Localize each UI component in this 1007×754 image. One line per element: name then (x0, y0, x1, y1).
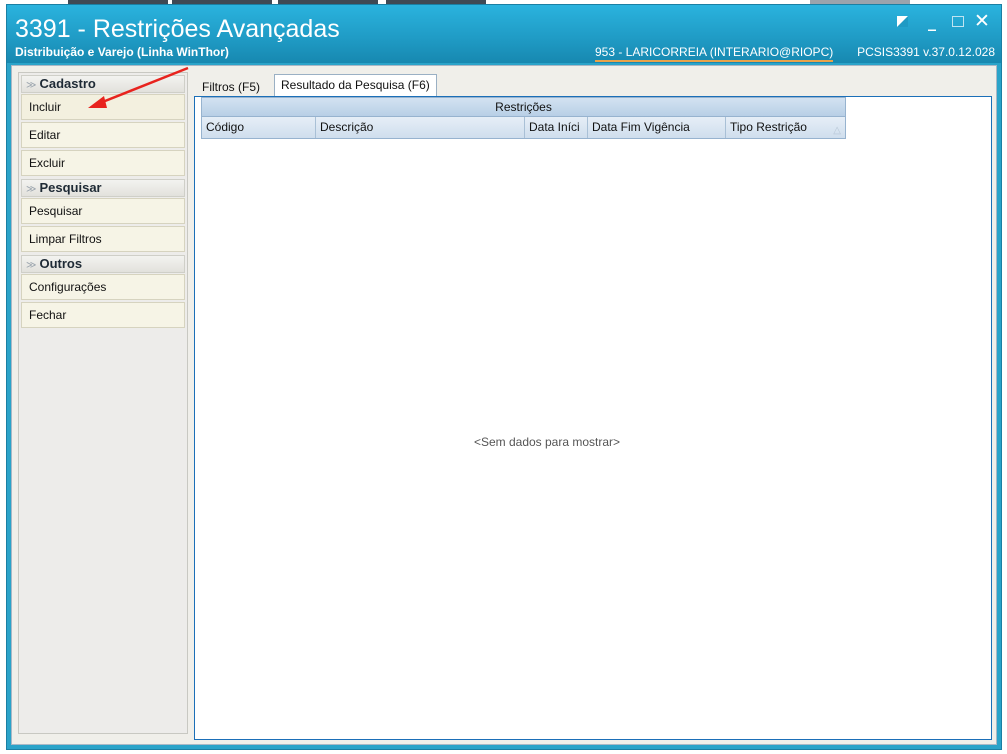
sidebar: ≫ Cadastro Incluir Editar Excluir ≫ Pesqui… (18, 72, 188, 734)
configuracoes-button[interactable]: Configurações (21, 274, 185, 300)
client-area: ≫ Cadastro Incluir Editar Excluir ≫ Pesqui… (11, 65, 997, 745)
chevron-down-icon: ≫ (26, 260, 37, 271)
chevron-down-icon: ≫ (26, 80, 37, 91)
version-info: PCSIS3391 v.37.0.12.028 (857, 45, 995, 59)
user-info: 953 - LARICORREIA (INTERARIO@RIOPC) (595, 45, 834, 62)
close-icon[interactable]: ✕ (971, 10, 993, 32)
app-title: 3391 - Restrições Avançadas (15, 15, 340, 43)
fechar-button[interactable]: Fechar (21, 302, 185, 328)
sidebar-group-pesquisar[interactable]: ≫ Pesquisar (21, 179, 185, 197)
tab-resultado-pesquisa[interactable]: Resultado da Pesquisa (F6) (274, 74, 437, 97)
editar-button[interactable]: Editar (21, 122, 185, 148)
restore-icon[interactable] (891, 11, 913, 31)
minimize-icon[interactable]: _ (921, 11, 943, 31)
results-panel: Restrições Código Descrição Data Iníci D… (194, 96, 992, 740)
empty-grid-message: <Sem dados para mostrar> (473, 435, 621, 449)
app-window: 3391 - Restrições Avançadas Distribuição… (6, 4, 1002, 750)
excluir-button[interactable]: Excluir (21, 150, 185, 176)
column-header-codigo[interactable]: Código (202, 117, 316, 138)
limpar-filtros-button[interactable]: Limpar Filtros (21, 226, 185, 252)
incluir-button[interactable]: Incluir (21, 94, 185, 120)
pesquisar-button[interactable]: Pesquisar (21, 198, 185, 224)
grid-band-restricoes: Restrições (201, 97, 846, 117)
maximize-icon[interactable] (947, 11, 969, 31)
column-header-tipo-restricao-label: Tipo Restrição (730, 120, 807, 134)
column-header-tipo-restricao[interactable]: Tipo Restrição △ (726, 117, 847, 138)
grid-column-row: Código Descrição Data Iníci Data Fim Vig… (201, 117, 846, 139)
sidebar-group-cadastro[interactable]: ≫ Cadastro (21, 75, 185, 93)
title-bar: 3391 - Restrições Avançadas Distribuição… (7, 5, 1001, 63)
column-header-descricao[interactable]: Descrição (316, 117, 525, 138)
sidebar-group-outros[interactable]: ≫ Outros (21, 255, 185, 273)
column-header-data-inicio[interactable]: Data Iníci (525, 117, 588, 138)
sort-icon: △ (833, 125, 841, 136)
column-header-data-fim-vigencia[interactable]: Data Fim Vigência (588, 117, 726, 138)
app-subtitle: Distribuição e Varejo (Linha WinThor) (15, 45, 229, 59)
chevron-down-icon: ≫ (26, 184, 37, 195)
results-grid-header: Restrições Código Descrição Data Iníci D… (201, 97, 846, 139)
